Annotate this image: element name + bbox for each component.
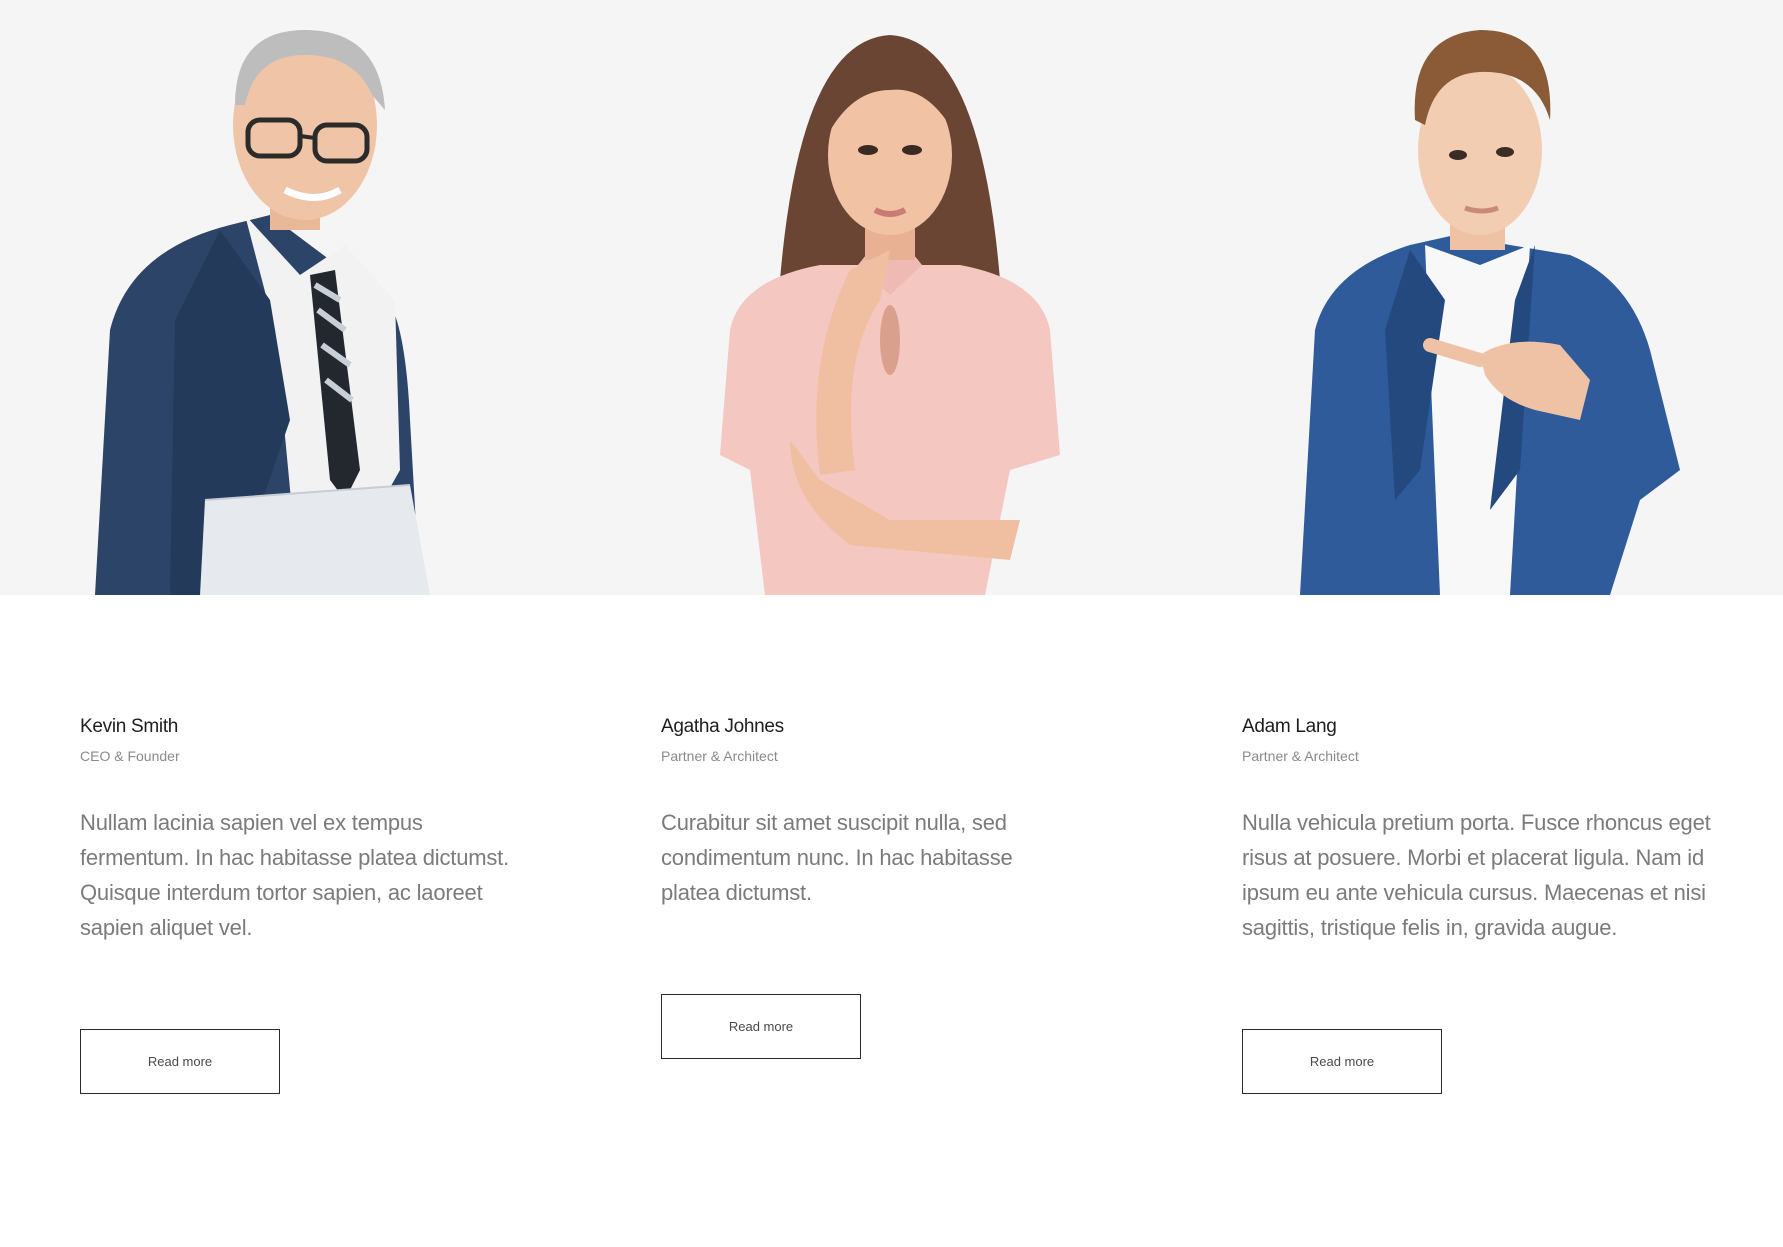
portrait-kevin-smith — [0, 0, 600, 595]
team-member-card: Kevin Smith CEO & Founder Nullam lacinia… — [80, 715, 550, 1094]
member-role: Partner & Architect — [661, 748, 778, 764]
member-role: Partner & Architect — [1242, 748, 1359, 764]
portrait-adam-lang — [1180, 0, 1780, 595]
portrait-agatha-johnes — [590, 0, 1190, 595]
team-member-card: Adam Lang Partner & Architect Nulla vehi… — [1242, 715, 1712, 1094]
team-photo-band — [0, 0, 1783, 595]
member-name: Kevin Smith — [80, 716, 179, 737]
team-member-card: Agatha Johnes Partner & Architect Curabi… — [661, 715, 1131, 1059]
member-bio: Nullam lacinia sapien vel ex tempus ferm… — [80, 810, 509, 940]
portrait-image — [95, 30, 430, 595]
read-more-button[interactable]: Read more — [80, 1029, 280, 1094]
read-more-button[interactable]: Read more — [661, 994, 861, 1059]
member-role: CEO & Founder — [80, 748, 180, 764]
member-name: Agatha Johnes — [661, 716, 784, 737]
member-bio: Curabitur sit amet suscipit nulla, sed c… — [661, 810, 1013, 905]
read-more-button[interactable]: Read more — [1242, 1029, 1442, 1094]
portrait-image — [1300, 30, 1680, 595]
member-bio: Nulla vehicula pretium porta. Fusce rhon… — [1242, 810, 1711, 940]
member-name: Adam Lang — [1242, 716, 1337, 737]
portrait-image — [720, 35, 1060, 595]
team-section: Kevin Smith CEO & Founder Nullam lacinia… — [0, 0, 1783, 1247]
